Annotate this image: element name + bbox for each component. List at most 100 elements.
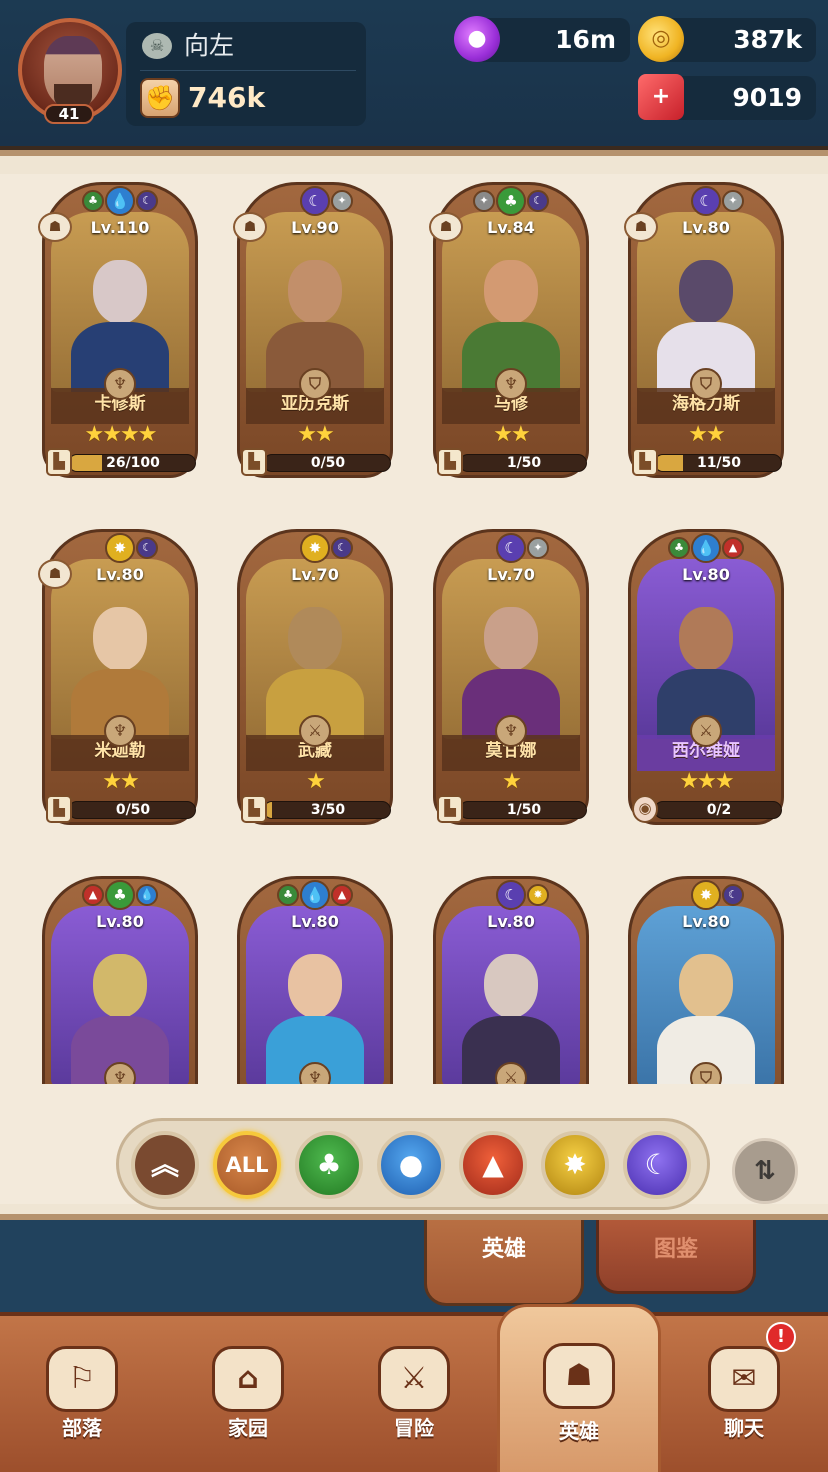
nav-home[interactable]: ⌂ 家园 bbox=[188, 1316, 308, 1466]
gold-resource[interactable]: ◎ 387k bbox=[638, 16, 816, 62]
hero-level: Lv.80 bbox=[682, 912, 730, 931]
hero-portrait bbox=[51, 906, 189, 1084]
element-row: ✸ ☾ bbox=[628, 876, 784, 910]
tab-heroes[interactable]: 英雄 bbox=[424, 1220, 584, 1306]
nav-heroes[interactable]: ☗ 英雄 bbox=[497, 1304, 661, 1472]
filter-all-button[interactable]: ALL bbox=[213, 1131, 281, 1199]
hero-shard-icon: ▙ bbox=[241, 448, 267, 476]
hero-card[interactable]: ☾ ✸ Lv.80 ⚔ bbox=[433, 876, 589, 1084]
shard-progress-bar: 3/50 bbox=[263, 801, 391, 819]
tank-class-icon: ⛉ bbox=[690, 368, 722, 400]
home-house-icon: ⌂ bbox=[212, 1346, 284, 1412]
profile-box[interactable]: ☠ 向左 ✊ 746k bbox=[126, 22, 366, 126]
hero-head bbox=[679, 954, 733, 1018]
hero-head bbox=[288, 954, 342, 1018]
element-row: ☾ ✸ bbox=[433, 876, 589, 910]
hero-head bbox=[484, 607, 538, 671]
hero-level: Lv.110 bbox=[90, 218, 150, 237]
potion-value: 16m bbox=[555, 25, 616, 54]
hero-stars: ★★ bbox=[493, 422, 530, 447]
nav-adventure[interactable]: ⚔ 冒险 bbox=[354, 1316, 474, 1466]
chat-alert-badge: ! bbox=[766, 1322, 796, 1352]
rank-filter-chevron-icon[interactable]: ︽ bbox=[131, 1131, 199, 1199]
element-row: ☾ ✦ bbox=[628, 182, 784, 216]
hero-card[interactable]: ✸ ☾ Lv.80 ⛉ bbox=[628, 876, 784, 1084]
hero-level: Lv.70 bbox=[291, 565, 339, 584]
shard-progress-text: 3/50 bbox=[310, 802, 346, 818]
hero-stars: ★★★ bbox=[679, 769, 734, 794]
support-class-icon: ♆ bbox=[495, 368, 527, 400]
hero-panel: ♣ 💧 ☾ ☗ Lv.110 卡修斯 ♆ ★★★★ 26/100 ▙ ☾ ✦ ☗… bbox=[0, 150, 828, 1220]
hero-shard-icon: ▙ bbox=[437, 795, 463, 823]
hero-level: Lv.80 bbox=[96, 912, 144, 931]
sun-filter-star-icon[interactable]: ✸ bbox=[541, 1131, 609, 1199]
hero-portrait bbox=[442, 906, 580, 1084]
hero-portrait bbox=[51, 212, 189, 392]
nature-filter-leaf-icon[interactable]: ♣ bbox=[295, 1131, 363, 1199]
element-filter-bar: ︽ ALL ♣ ● ▲ ✸ ☾ bbox=[116, 1118, 710, 1210]
hero-portrait bbox=[637, 212, 775, 392]
element-row: ✦ ♣ ☾ bbox=[433, 182, 589, 216]
potion-resource[interactable]: ● 16m bbox=[454, 16, 630, 62]
hero-card[interactable]: ✸ ☾ ☗ Lv.80 米迦勒 ♆ ★★ 0/50 ▙ bbox=[38, 529, 198, 835]
support-class-icon: ♆ bbox=[104, 368, 136, 400]
shard-progress-bar: 0/50 bbox=[68, 801, 196, 819]
hero-stars: ★★★★ bbox=[84, 422, 158, 447]
hero-level: Lv.84 bbox=[487, 218, 535, 237]
hero-portrait bbox=[637, 559, 775, 739]
hero-stars: ★★ bbox=[297, 422, 334, 447]
star-element-icon: ✦ bbox=[331, 190, 353, 212]
sun-element-icon: ✸ bbox=[105, 533, 135, 563]
water-element-icon: 💧 bbox=[105, 186, 135, 216]
hero-level: Lv.80 bbox=[96, 565, 144, 584]
fire-element-icon: ▲ bbox=[82, 884, 104, 906]
hero-card[interactable]: ☾ ✦ ☗ Lv.80 海格力斯 ⛉ ★★ 11/50 ▙ bbox=[624, 182, 784, 488]
sort-icon[interactable]: ⇅ bbox=[732, 1138, 798, 1204]
gem-value: 9019 bbox=[732, 83, 802, 112]
hero-card[interactable]: ✸ ☾ Lv.70 武藏 ⚔ ★ 3/50 ▙ bbox=[237, 529, 393, 835]
hero-stars: ★★ bbox=[688, 422, 725, 447]
element-row: ▲ ♣ 💧 bbox=[42, 876, 198, 910]
moon-filter-crescent-icon[interactable]: ☾ bbox=[623, 1131, 691, 1199]
fire-filter-flame-icon[interactable]: ▲ bbox=[459, 1131, 527, 1199]
element-row: ♣ 💧 ☾ bbox=[42, 182, 198, 216]
hero-grid[interactable]: ♣ 💧 ☾ ☗ Lv.110 卡修斯 ♆ ★★★★ 26/100 ▙ ☾ ✦ ☗… bbox=[0, 174, 828, 1084]
fist-power-icon: ✊ bbox=[140, 78, 180, 118]
tab-hero-book[interactable]: 图鉴 bbox=[596, 1220, 756, 1294]
nav-tribe[interactable]: ⚐ 部落 bbox=[22, 1316, 142, 1466]
hero-head bbox=[679, 607, 733, 671]
nature-element-icon: ♣ bbox=[277, 884, 299, 906]
hero-card[interactable]: ♣ 💧 ▲ Lv.80 西尔维娅 ⚔ ★★★ 0/2 ◉ bbox=[628, 529, 784, 835]
star-element-icon: ✦ bbox=[527, 537, 549, 559]
shard-progress-text: 1/50 bbox=[506, 455, 542, 471]
hero-portrait bbox=[246, 559, 384, 739]
shard-progress-text: 0/50 bbox=[310, 455, 346, 471]
hero-card[interactable]: ☾ ✦ Lv.70 莫甘娜 ♆ ★ 1/50 ▙ bbox=[433, 529, 589, 835]
gem-resource[interactable]: + 9019 bbox=[638, 74, 816, 120]
moon-element-icon: ☾ bbox=[496, 880, 526, 910]
shard-progress-bar: 1/50 bbox=[459, 454, 587, 472]
shard-progress-bar: 0/2 bbox=[654, 801, 782, 819]
hero-card[interactable]: ♣ 💧 ☾ ☗ Lv.110 卡修斯 ♆ ★★★★ 26/100 ▙ bbox=[38, 182, 198, 488]
hero-shard-icon: ▙ bbox=[241, 795, 267, 823]
hero-card[interactable]: ▲ ♣ 💧 Lv.80 ♆ bbox=[42, 876, 198, 1084]
nav-heroes-label: 英雄 bbox=[559, 1419, 599, 1443]
hero-card[interactable]: ♣ 💧 ▲ Lv.80 ♆ bbox=[237, 876, 393, 1084]
shard-progress-bar: 0/50 bbox=[263, 454, 391, 472]
water-element-icon: 💧 bbox=[136, 884, 158, 906]
element-row: ☾ ✦ bbox=[237, 182, 393, 216]
hero-shard-icon: ▙ bbox=[46, 448, 72, 476]
moon-element-icon: ☾ bbox=[527, 190, 549, 212]
view-tabs: 英雄 图鉴 bbox=[0, 1220, 828, 1312]
tribe-banner-icon: ⚐ bbox=[46, 1346, 118, 1412]
hero-card[interactable]: ☾ ✦ ☗ Lv.90 亚历克斯 ⛉ ★★ 0/50 ▙ bbox=[233, 182, 393, 488]
element-row: ♣ 💧 ▲ bbox=[628, 529, 784, 563]
hero-head bbox=[679, 260, 733, 324]
gem-plus-icon: + bbox=[638, 74, 684, 120]
shard-progress-bar: 26/100 bbox=[68, 454, 196, 472]
hero-level: Lv.70 bbox=[487, 565, 535, 584]
hero-shard-icon: ▙ bbox=[632, 448, 658, 476]
water-filter-drop-icon[interactable]: ● bbox=[377, 1131, 445, 1199]
profile-divider bbox=[140, 70, 356, 71]
hero-card[interactable]: ✦ ♣ ☾ ☗ Lv.84 马修 ♆ ★★ 1/50 ▙ bbox=[429, 182, 589, 488]
